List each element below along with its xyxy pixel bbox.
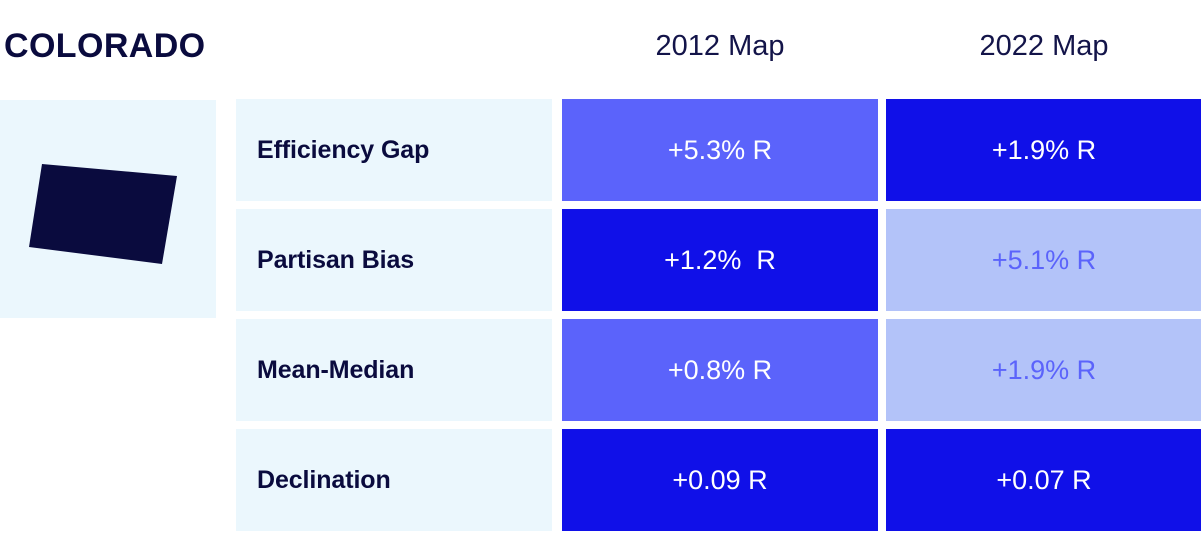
value-cell-2022: +1.9% R bbox=[886, 319, 1201, 421]
value-cell-2022: +0.07 R bbox=[886, 429, 1201, 531]
row-label: Efficiency Gap bbox=[257, 135, 430, 164]
table-row: Efficiency Gap +5.3% R +1.9% R bbox=[0, 99, 1201, 209]
row-label-cell: Partisan Bias bbox=[236, 209, 552, 311]
table-row: Mean-Median +0.8% R +1.9% R bbox=[0, 319, 1201, 429]
table-row: Partisan Bias +1.2% R +5.1% R bbox=[0, 209, 1201, 319]
row-label: Declination bbox=[257, 465, 391, 494]
value-cell-2012: +0.09 R bbox=[562, 429, 878, 531]
value-cell-2012: +5.3% R bbox=[562, 99, 878, 201]
row-label: Partisan Bias bbox=[257, 245, 415, 274]
value-text: +0.07 R bbox=[996, 464, 1092, 495]
value-text: +0.8% R bbox=[667, 354, 773, 385]
value-text: +1.9% R bbox=[991, 134, 1097, 165]
value-text: +1.9% R bbox=[991, 354, 1097, 385]
value-text: +0.09 R bbox=[672, 464, 768, 495]
column-header-2012: 2012 Map bbox=[655, 30, 785, 62]
page-title: COLORADO bbox=[4, 27, 206, 65]
row-label-cell: Mean-Median bbox=[236, 319, 552, 421]
value-cell-2022: +5.1% R bbox=[886, 209, 1201, 311]
value-cell-2012: +0.8% R bbox=[562, 319, 878, 421]
row-label-cell: Declination bbox=[236, 429, 552, 531]
row-label: Mean-Median bbox=[257, 355, 415, 384]
row-label-cell: Efficiency Gap bbox=[236, 99, 552, 201]
value-text: +1.2% R bbox=[664, 244, 776, 275]
table-row: Declination +0.09 R +0.07 R bbox=[0, 429, 1201, 539]
value-cell-2012: +1.2% R bbox=[562, 209, 878, 311]
value-text: +5.3% R bbox=[667, 134, 773, 165]
value-cell-2022: +1.9% R bbox=[886, 99, 1201, 201]
column-header-2022: 2022 Map bbox=[979, 30, 1109, 62]
value-text: +5.1% R bbox=[991, 244, 1097, 275]
gerrymandering-metrics-table: COLORADO 2012 Map 2022 Map Efficiency Ga… bbox=[0, 0, 1201, 551]
